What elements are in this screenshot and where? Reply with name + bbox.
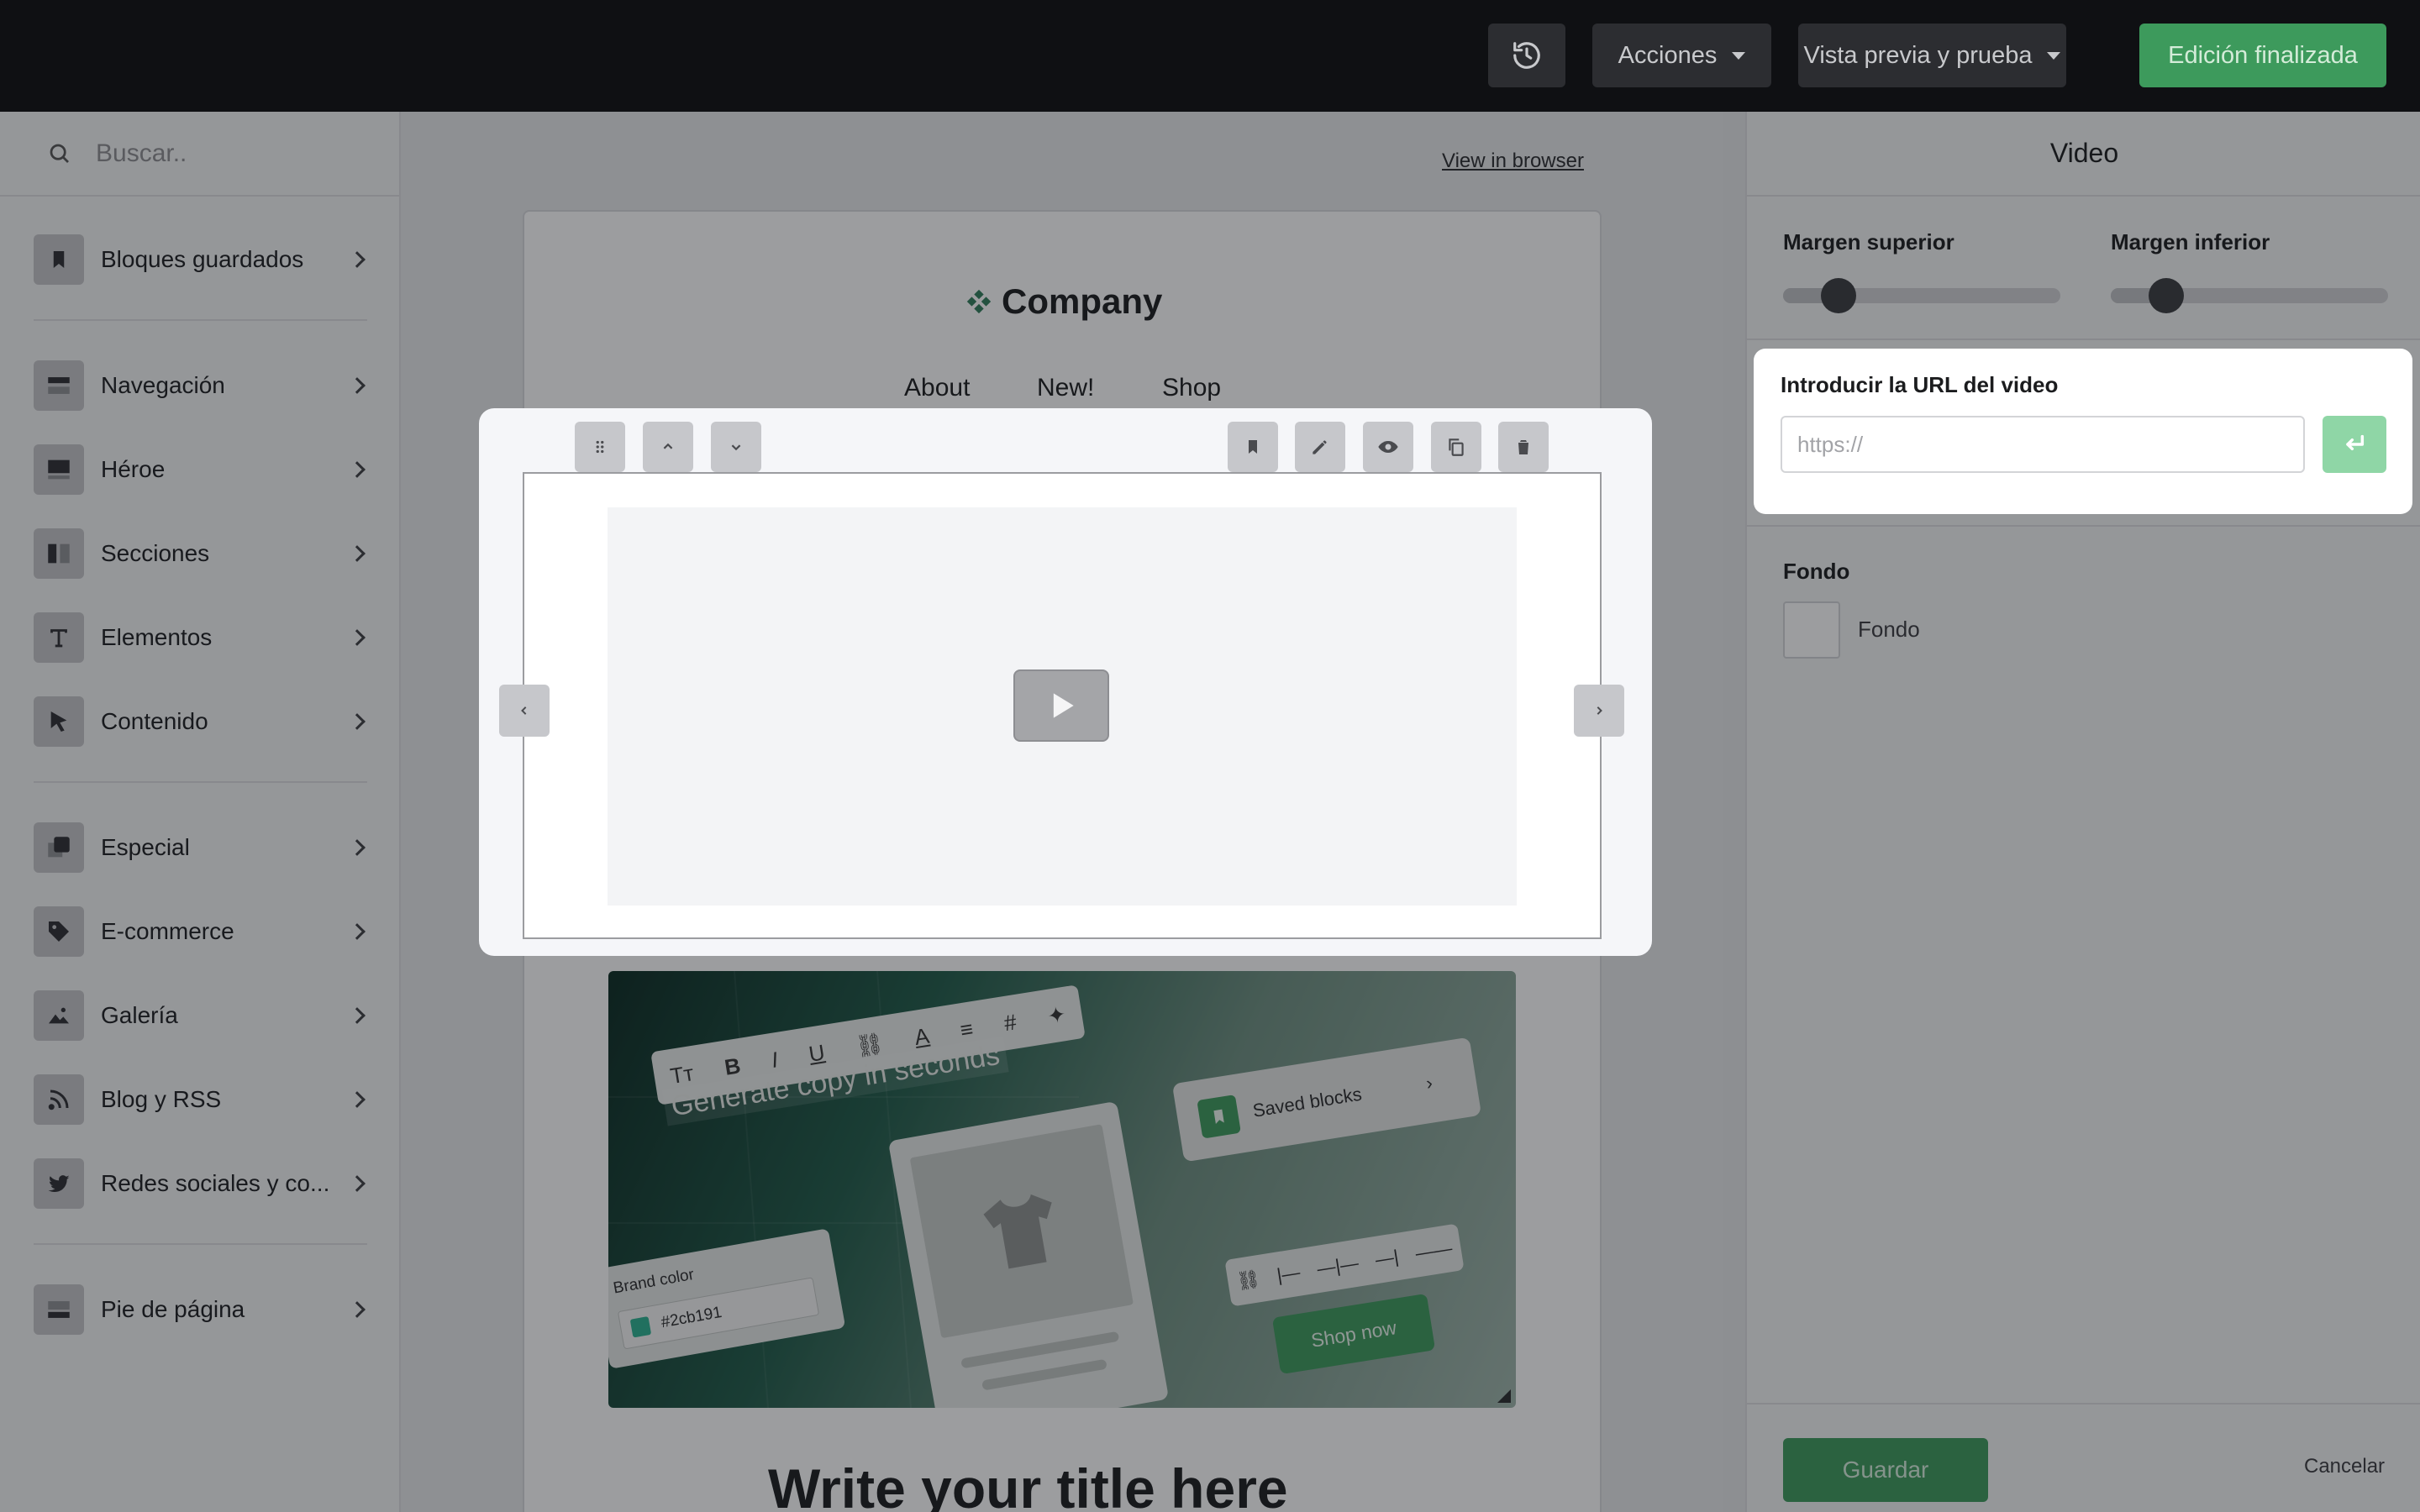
video-url-card: Introducir la URL del video <box>1754 349 2412 514</box>
visibility-button[interactable] <box>1363 422 1413 472</box>
play-icon <box>1053 693 1074 718</box>
bookmark-icon <box>1249 440 1257 454</box>
history-button[interactable] <box>1488 24 1565 87</box>
previous-button[interactable] <box>499 685 550 737</box>
edit-block-button[interactable] <box>1295 422 1345 472</box>
eye-icon <box>1378 441 1398 453</box>
actions-dropdown[interactable]: Acciones <box>1592 24 1771 87</box>
play-button[interactable] <box>1013 669 1109 742</box>
video-url-label: Introducir la URL del video <box>1781 372 2059 397</box>
submit-url-button[interactable] <box>2323 416 2386 473</box>
chevron-down-icon <box>731 444 741 451</box>
caret-down-icon <box>1732 51 1746 60</box>
move-down-button[interactable] <box>711 422 761 472</box>
delete-block-button[interactable] <box>1498 422 1549 472</box>
history-icon <box>1513 42 1540 69</box>
copy-icon <box>1449 438 1464 456</box>
drag-handle-button[interactable] <box>575 422 625 472</box>
chevron-right-icon <box>1597 706 1602 715</box>
move-up-button[interactable] <box>643 422 693 472</box>
caret-down-icon <box>2047 51 2061 60</box>
enter-icon <box>2346 434 2365 451</box>
duplicate-block-button[interactable] <box>1431 422 1481 472</box>
done-editing-button[interactable]: Edición finalizada <box>2139 24 2386 87</box>
trash-icon <box>1518 440 1528 454</box>
preview-label: Vista previa y prueba <box>1803 41 2033 69</box>
preview-dropdown[interactable]: Vista previa y prueba <box>1798 24 2066 87</box>
chevron-left-icon <box>521 706 527 715</box>
pencil-icon <box>1313 440 1327 454</box>
chevron-up-icon <box>663 443 673 449</box>
actions-label: Acciones <box>1618 41 1718 69</box>
drag-handle-icon <box>596 440 604 454</box>
next-button[interactable] <box>1574 685 1624 737</box>
video-url-input[interactable] <box>1781 416 2305 473</box>
save-block-button[interactable] <box>1228 422 1278 472</box>
top-bar: Acciones Vista previa y prueba Edición f… <box>0 0 2420 112</box>
